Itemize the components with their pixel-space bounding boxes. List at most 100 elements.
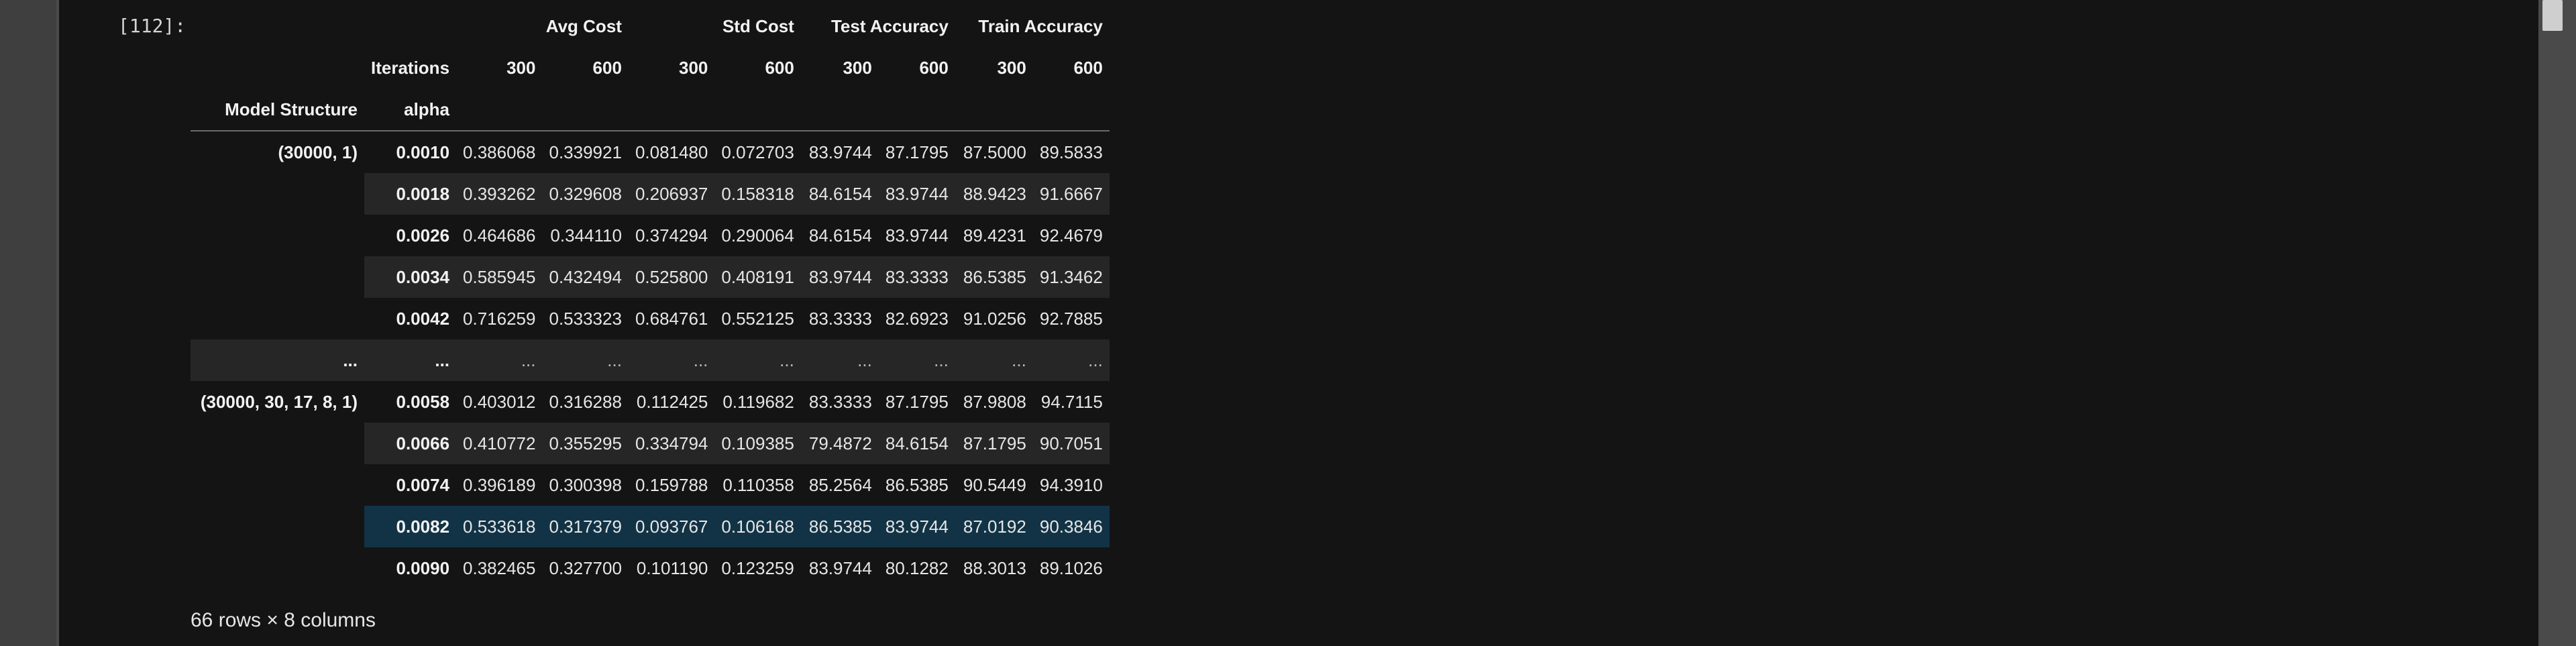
value-cell: 85.2564 (808, 474, 872, 495)
index-name-header: Model Structure (191, 89, 364, 131)
value-cell: 0.334794 (628, 423, 715, 464)
alpha-cell: ... (364, 339, 457, 381)
value-cell: 0.101190 (636, 557, 708, 578)
value-cell: ... (800, 339, 879, 381)
alpha-cell: 0.0026 (396, 225, 450, 246)
dataframe-table: Avg Cost Std Cost Test Accuracy Train Ac… (191, 5, 1110, 589)
header-blank (364, 5, 456, 47)
value-cell: 84.6154 (808, 225, 872, 246)
value-cell: 80.1282 (885, 557, 949, 578)
value-cell: 0.206937 (628, 173, 715, 215)
table-row: 0.0026 0.464686 0.344110 0.374294 0.290064 84… (191, 215, 1110, 256)
iteration-header: 300 (506, 57, 536, 78)
value-cell: 0.403012 (463, 391, 536, 412)
header-blank (800, 89, 879, 131)
value-cell: 92.7885 (1039, 308, 1103, 329)
table-row: 0.0018 0.393262 0.329608 0.206937 0.158318 84… (191, 173, 1110, 215)
execution-count: [112]: (118, 15, 186, 37)
value-cell: 91.0256 (963, 308, 1026, 329)
table-row: 0.0082 0.533618 0.317379 0.093767 0.106168 86… (191, 506, 1110, 547)
alpha-cell: 0.0018 (364, 173, 457, 215)
table-row: 0.0034 0.585945 0.432494 0.525800 0.408191 83… (191, 256, 1110, 298)
value-cell: ... (542, 339, 629, 381)
value-cell: 0.533618 (456, 506, 543, 547)
value-cell: 0.355295 (542, 423, 629, 464)
value-cell: 0.396189 (463, 474, 536, 495)
iteration-header: 300 (679, 57, 708, 78)
column-group-header: Std Cost (722, 15, 794, 36)
value-cell: 87.9808 (963, 391, 1026, 412)
value-cell: 83.9744 (808, 142, 872, 162)
scrollbar-thumb[interactable] (2542, 0, 2563, 31)
value-cell: 0.393262 (456, 173, 543, 215)
value-cell: 0.300398 (549, 474, 622, 495)
value-cell: 86.5385 (800, 506, 879, 547)
value-cell: 0.344110 (550, 225, 622, 246)
value-cell: 82.6923 (885, 308, 949, 329)
alpha-cell: 0.0074 (396, 474, 450, 495)
value-cell: 0.382465 (463, 557, 536, 578)
table-row: (30000, 1) 0.0010 0.386068 0.339921 0.081480… (191, 131, 1110, 173)
header-blank (191, 5, 364, 47)
value-cell: 0.684761 (635, 308, 708, 329)
index-name-header: alpha (364, 89, 457, 131)
header-blank (1032, 89, 1110, 131)
alpha-cell: 0.0082 (364, 506, 457, 547)
header-blank (878, 89, 955, 131)
value-cell: 0.533323 (549, 308, 622, 329)
value-cell: 0.109385 (714, 423, 801, 464)
value-cell: 87.1795 (885, 142, 949, 162)
value-cell: 88.3013 (963, 557, 1026, 578)
value-cell: 0.386068 (463, 142, 536, 162)
value-cell: 84.6154 (878, 423, 955, 464)
value-cell: 92.4679 (1039, 225, 1103, 246)
value-cell: 83.3333 (808, 308, 872, 329)
value-cell: 83.9744 (808, 557, 872, 578)
value-cell: 87.5000 (963, 142, 1026, 162)
value-cell: ... (878, 339, 955, 381)
value-cell: 90.7051 (1032, 423, 1110, 464)
value-cell: 0.585945 (456, 256, 543, 298)
value-cell: 90.3846 (1032, 506, 1110, 547)
value-cell: 84.6154 (800, 173, 879, 215)
value-cell: 0.123259 (721, 557, 794, 578)
value-cell: 0.093767 (628, 506, 715, 547)
model-structure-cell (191, 547, 364, 589)
value-cell: 0.112425 (636, 391, 708, 412)
header-blank (542, 89, 629, 131)
table-body: (30000, 1) 0.0010 0.386068 0.339921 0.081480… (191, 131, 1110, 589)
model-structure-cell (191, 173, 364, 215)
left-gutter (0, 0, 59, 646)
model-structure-cell (191, 298, 364, 339)
alpha-cell: 0.0090 (396, 557, 450, 578)
column-group-header: Avg Cost (545, 15, 622, 36)
table-row: 0.0066 0.410772 0.355295 0.334794 0.109385 79… (191, 423, 1110, 464)
column-group-header: Test Accuracy (830, 15, 949, 36)
value-cell: 0.110358 (722, 474, 794, 495)
value-cell: ... (456, 339, 543, 381)
column-group-header: Train Accuracy (978, 15, 1103, 36)
header-blank (456, 89, 543, 131)
table-row: 0.0090 0.382465 0.327700 0.101190 0.123259 83… (191, 547, 1110, 589)
value-cell: 0.525800 (628, 256, 715, 298)
model-structure-cell: ... (191, 339, 364, 381)
model-structure-cell: (30000, 1) (278, 142, 358, 162)
value-cell: 0.119682 (722, 391, 794, 412)
model-structure-cell (191, 423, 364, 464)
value-cell: 89.4231 (963, 225, 1026, 246)
value-cell: 83.9744 (878, 173, 955, 215)
header-blank (714, 89, 801, 131)
iteration-header: 600 (765, 57, 794, 78)
alpha-cell: 0.0010 (396, 142, 450, 162)
alpha-cell: 0.0042 (396, 308, 450, 329)
model-structure-cell (191, 256, 364, 298)
model-structure-cell (191, 464, 364, 506)
value-cell: 0.410772 (456, 423, 543, 464)
value-cell: 88.9423 (955, 173, 1033, 215)
value-cell: 0.081480 (635, 142, 708, 162)
value-cell: 94.7115 (1040, 391, 1103, 412)
value-cell: 0.316288 (549, 391, 622, 412)
table-header: Avg Cost Std Cost Test Accuracy Train Ac… (191, 5, 1110, 131)
vertical-scrollbar[interactable] (2538, 0, 2576, 646)
value-cell: 90.5449 (963, 474, 1026, 495)
